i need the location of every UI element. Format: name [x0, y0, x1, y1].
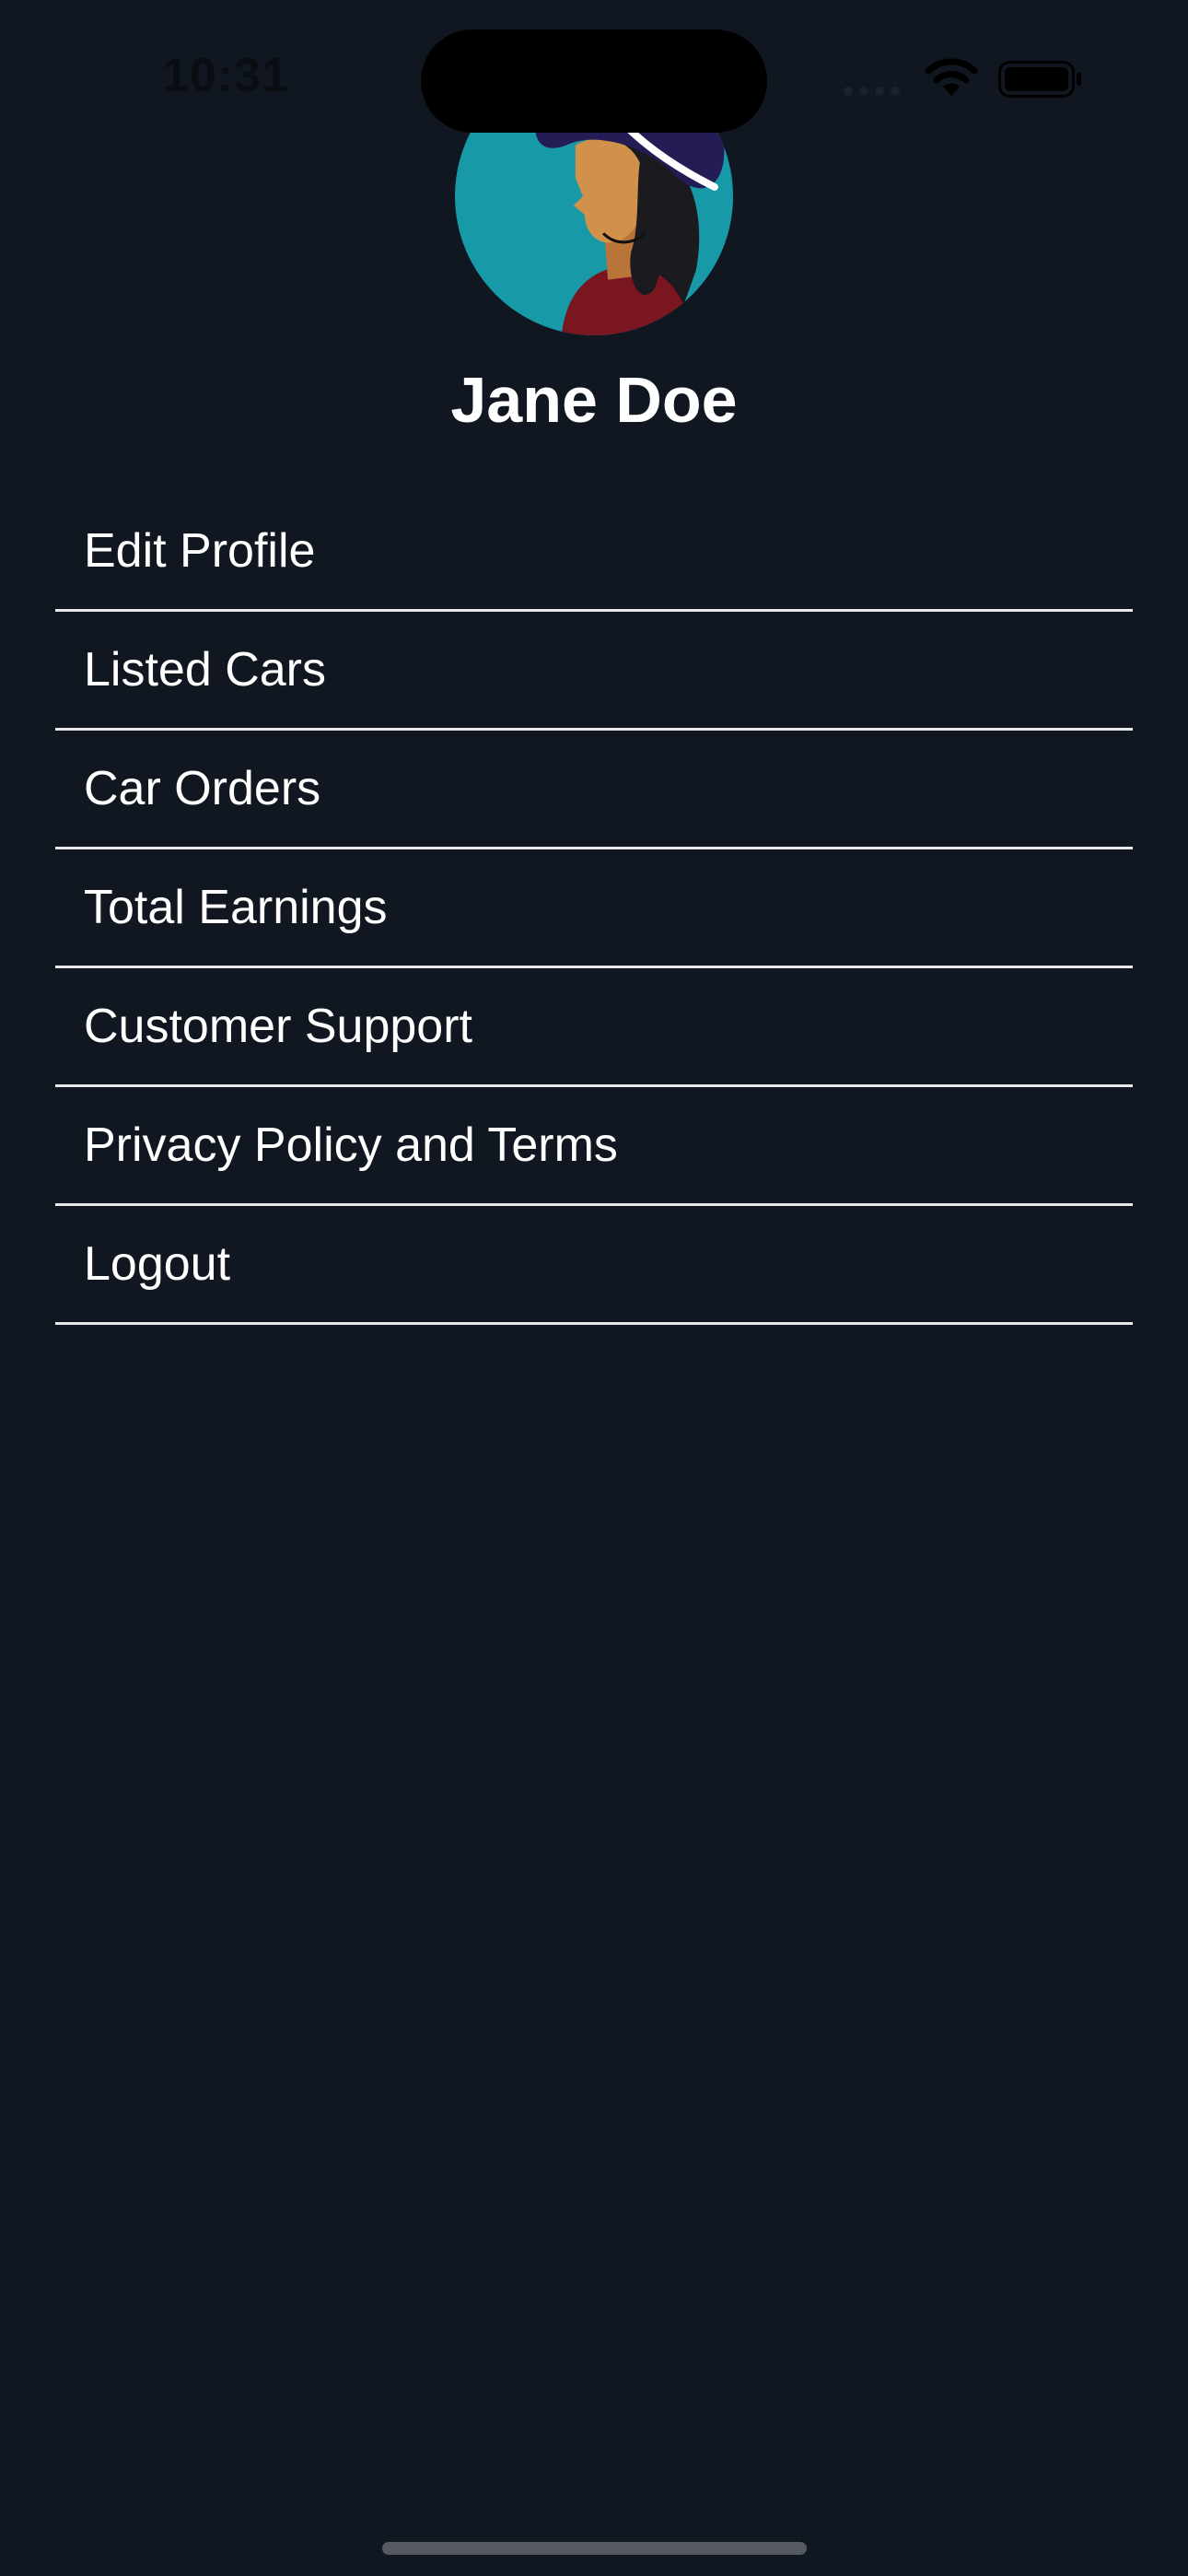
wifi-icon — [925, 58, 978, 96]
menu-item-privacy-policy[interactable]: Privacy Policy and Terms — [55, 1087, 1133, 1206]
menu-item-logout[interactable]: Logout — [55, 1206, 1133, 1325]
menu-item-listed-cars[interactable]: Listed Cars — [55, 612, 1133, 731]
menu-item-label: Total Earnings — [84, 881, 388, 934]
battery-icon — [998, 61, 1081, 98]
status-time: 10:31 — [162, 49, 289, 102]
menu-item-label: Customer Support — [84, 1000, 472, 1053]
menu-item-edit-profile[interactable]: Edit Profile — [55, 493, 1133, 612]
home-indicator[interactable] — [382, 2542, 807, 2555]
menu-item-label: Listed Cars — [84, 643, 326, 697]
menu-item-label: Logout — [84, 1237, 231, 1291]
menu-item-customer-support[interactable]: Customer Support — [55, 968, 1133, 1087]
dynamic-island — [421, 29, 767, 133]
menu-item-car-orders[interactable]: Car Orders — [55, 731, 1133, 849]
menu-item-label: Edit Profile — [84, 524, 316, 578]
profile-menu: Edit Profile Listed Cars Car Orders Tota… — [55, 493, 1133, 1325]
user-name: Jane Doe — [450, 364, 738, 436]
menu-item-label: Privacy Policy and Terms — [84, 1118, 618, 1172]
signal-icon — [844, 87, 900, 96]
menu-item-label: Car Orders — [84, 762, 321, 815]
menu-item-total-earnings[interactable]: Total Earnings — [55, 849, 1133, 968]
